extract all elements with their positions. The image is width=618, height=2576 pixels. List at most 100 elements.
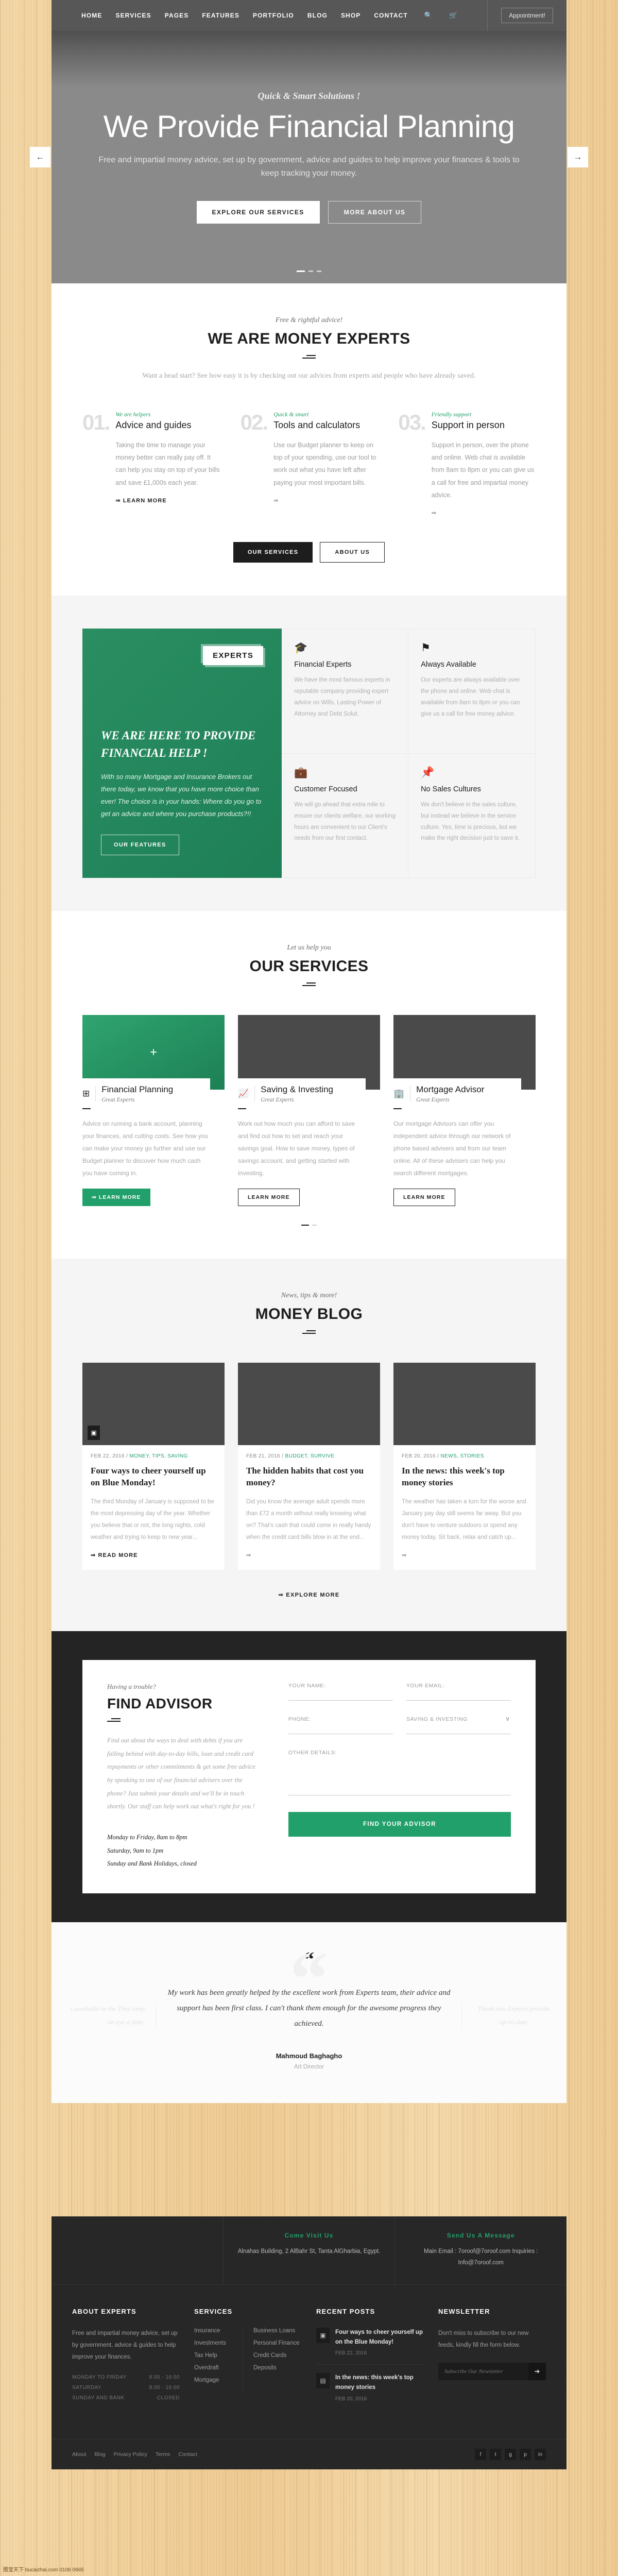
blog-title[interactable]: In the news: this week's top money stori… xyxy=(402,1465,527,1489)
hero-pagination[interactable] xyxy=(52,270,566,272)
blog-title[interactable]: Four ways to cheer yourself up on Blue M… xyxy=(91,1465,216,1489)
more-about-us-button[interactable]: MORE ABOUT US xyxy=(328,201,422,224)
hero-dot-3[interactable] xyxy=(317,270,321,272)
list-item[interactable]: Credit Cards xyxy=(253,2352,302,2359)
footer-link-about[interactable]: About xyxy=(72,2451,86,2458)
blog-categories[interactable]: BUDGET, SURVIVE xyxy=(285,1453,335,1459)
blog-card[interactable]: FEB 21, 2016 / BUDGET, SURVIVE The hidde… xyxy=(238,1362,380,1570)
footer-link-blog[interactable]: Blog xyxy=(94,2451,105,2458)
pinterest-icon[interactable]: p xyxy=(520,2449,531,2461)
message-emails: Main Email : 7oroof@7oroof.com Inquiries… xyxy=(424,2248,538,2266)
blog-card[interactable]: ▣ FEB 22, 2016 / MONEY, TIPS, SAVING Fou… xyxy=(82,1362,225,1570)
twitter-icon[interactable]: t xyxy=(490,2449,501,2461)
footer-link-privacy[interactable]: Privacy Policy xyxy=(113,2451,147,2458)
footer-link-terms[interactable]: Terms xyxy=(156,2451,170,2458)
nav-item-services[interactable]: SERVICES xyxy=(115,12,151,19)
feature-text: We will go ahead that extra mile to ensu… xyxy=(294,801,396,842)
hero-prev-button[interactable]: ← xyxy=(30,147,50,167)
money-experts-section: Free & rightful advice! WE ARE MONEY EXP… xyxy=(52,283,566,596)
service-card[interactable]: + ⊞ Financial Planning Great Experts Adv… xyxy=(82,1015,225,1206)
feature-card[interactable]: ⚑ Always Available Our experts are alway… xyxy=(408,629,535,754)
nav-item-blog[interactable]: BLOG xyxy=(307,12,328,19)
find-your-advisor-button[interactable]: FIND YOUR ADVISOR xyxy=(288,1812,511,1837)
newsletter-input[interactable] xyxy=(438,2362,528,2380)
footer-link-contact[interactable]: Contact xyxy=(178,2451,197,2458)
cart-icon[interactable]: 🛒 xyxy=(449,11,457,20)
other-details-field[interactable]: OTHER DETAILS: xyxy=(288,1750,511,1796)
hours-time: 8:00 - 16:00 xyxy=(149,2384,180,2391)
blog-title[interactable]: The hidden habits that cost you money? xyxy=(246,1465,372,1489)
list-item[interactable]: Investments xyxy=(194,2340,243,2346)
testimonial-peek-left[interactable]: s available in the They keep an eye a ti… xyxy=(64,2002,157,2029)
list-item[interactable]: Business Loans xyxy=(253,2328,302,2334)
email-field[interactable]: YOUR EMAIL: xyxy=(406,1683,511,1701)
nav-item-shop[interactable]: SHOP xyxy=(341,12,360,19)
about-us-button[interactable]: ABOUT US xyxy=(320,542,385,563)
hero-slider: ← → Quick & Smart Solutions ! We Provide… xyxy=(30,31,588,283)
explore-more-link[interactable]: ⇒ EXPLORE MORE xyxy=(82,1591,536,1598)
list-item[interactable]: Tax Help xyxy=(194,2352,243,2359)
learn-more-link[interactable]: ⇒ xyxy=(432,510,536,516)
search-icon[interactable]: 🔍 xyxy=(424,11,433,20)
hero-dot-2[interactable] xyxy=(308,270,313,272)
list-item[interactable]: Overdraft xyxy=(194,2365,243,2371)
main-nav[interactable]: HOME SERVICES PAGES FEATURES PORTFOLIO B… xyxy=(52,11,487,20)
advisor-info: Having a trouble? FIND ADVISOR Find out … xyxy=(107,1683,261,1871)
service-select[interactable]: SAVING & INVESTING ∨ xyxy=(406,1715,511,1735)
read-more-link[interactable]: ⇒ xyxy=(402,1552,527,1558)
nav-item-pages[interactable]: PAGES xyxy=(165,12,189,19)
services-heading: SERVICES xyxy=(194,2307,233,2315)
feature-text: We don't believe in the sales culture, b… xyxy=(421,801,520,842)
recent-post-title[interactable]: In the news: this week's top money stori… xyxy=(335,2373,424,2393)
learn-more-button[interactable]: LEARN MORE xyxy=(238,1188,300,1206)
feature-card[interactable]: 💼 Customer Focused We will go ahead that… xyxy=(282,753,409,878)
list-item[interactable]: Personal Finance xyxy=(253,2340,302,2346)
recent-post-title[interactable]: Four ways to cheer yourself up on the Bl… xyxy=(335,2328,424,2347)
newsletter-heading: NEWSLETTER xyxy=(438,2307,490,2315)
phone-field[interactable]: PHONE: xyxy=(288,1716,393,1735)
facebook-icon[interactable]: f xyxy=(475,2449,486,2461)
recent-post-item[interactable]: ▤ In the news: this week's top money sto… xyxy=(316,2373,424,2410)
hero-eyebrow: Quick & Smart Solutions ! xyxy=(258,90,360,101)
learn-more-button[interactable]: LEARN MORE xyxy=(393,1188,455,1206)
list-item[interactable]: Deposits xyxy=(253,2365,302,2371)
page-title: WE ARE MONEY EXPERTS xyxy=(208,330,410,347)
nav-item-home[interactable]: HOME xyxy=(81,12,102,19)
plus-icon[interactable]: + xyxy=(150,1045,157,1060)
linkedin-icon[interactable]: in xyxy=(535,2449,546,2461)
services-dot-1[interactable] xyxy=(301,1224,309,1226)
read-more-link[interactable]: ⇒ READ MORE xyxy=(91,1552,216,1558)
service-card[interactable]: 🏢 Mortgage Advisor Great Experts Our mor… xyxy=(393,1015,536,1206)
nav-item-contact[interactable]: CONTACT xyxy=(374,12,407,19)
blog-categories[interactable]: NEWS, STORIES xyxy=(441,1453,484,1459)
appointment-button[interactable]: Appointment! xyxy=(487,0,566,31)
learn-more-button[interactable]: ⇒ LEARN MORE xyxy=(82,1188,150,1206)
recent-post-item[interactable]: ▣ Four ways to cheer yourself up on the … xyxy=(316,2327,424,2365)
testimonial-peek-right[interactable]: Thank you Experts provide up-to-date xyxy=(461,2002,554,2029)
our-services-button[interactable]: OUR SERVICES xyxy=(233,542,313,563)
google-plus-icon[interactable]: g xyxy=(505,2449,516,2461)
our-features-button[interactable]: OUR FEATURES xyxy=(101,835,179,856)
name-field[interactable]: YOUR NAME: xyxy=(288,1683,393,1701)
newsletter-text: Don't miss to subscribe to our new feeds… xyxy=(438,2330,529,2348)
explore-services-button[interactable]: EXPLORE OUR SERVICES xyxy=(196,201,320,224)
learn-more-link[interactable]: ⇒ xyxy=(273,497,377,504)
learn-more-link[interactable]: ⇒ LEARN MORE xyxy=(115,497,219,504)
nav-item-features[interactable]: FEATURES xyxy=(202,12,239,19)
graduation-cap-icon: 🎓 xyxy=(294,642,308,654)
services-pagination[interactable] xyxy=(82,1224,536,1226)
read-more-link[interactable]: ⇒ xyxy=(246,1552,372,1558)
newsletter-submit-button[interactable]: ➜ xyxy=(528,2362,546,2380)
blog-card[interactable]: FEB 20, 2016 / NEWS, STORIES In the news… xyxy=(393,1362,536,1570)
blog-categories[interactable]: MONEY, TIPS, SAVING xyxy=(130,1453,188,1459)
list-item[interactable]: Mortgage xyxy=(194,2377,243,2383)
services-dot-2[interactable] xyxy=(312,1224,317,1226)
feature-card[interactable]: 🎓 Financial Experts We have the most fam… xyxy=(282,629,409,754)
feature-card[interactable]: 📌 No Sales Cultures We don't believe in … xyxy=(408,754,535,877)
appointment-label: Appointment! xyxy=(501,8,553,23)
nav-item-portfolio[interactable]: PORTFOLIO xyxy=(253,12,294,19)
list-item[interactable]: Insurance xyxy=(194,2328,243,2334)
service-card[interactable]: 📈 Saving & Investing Great Experts Work … xyxy=(238,1015,380,1206)
hero-next-button[interactable]: → xyxy=(568,147,588,167)
hero-dot-1[interactable] xyxy=(297,270,305,272)
